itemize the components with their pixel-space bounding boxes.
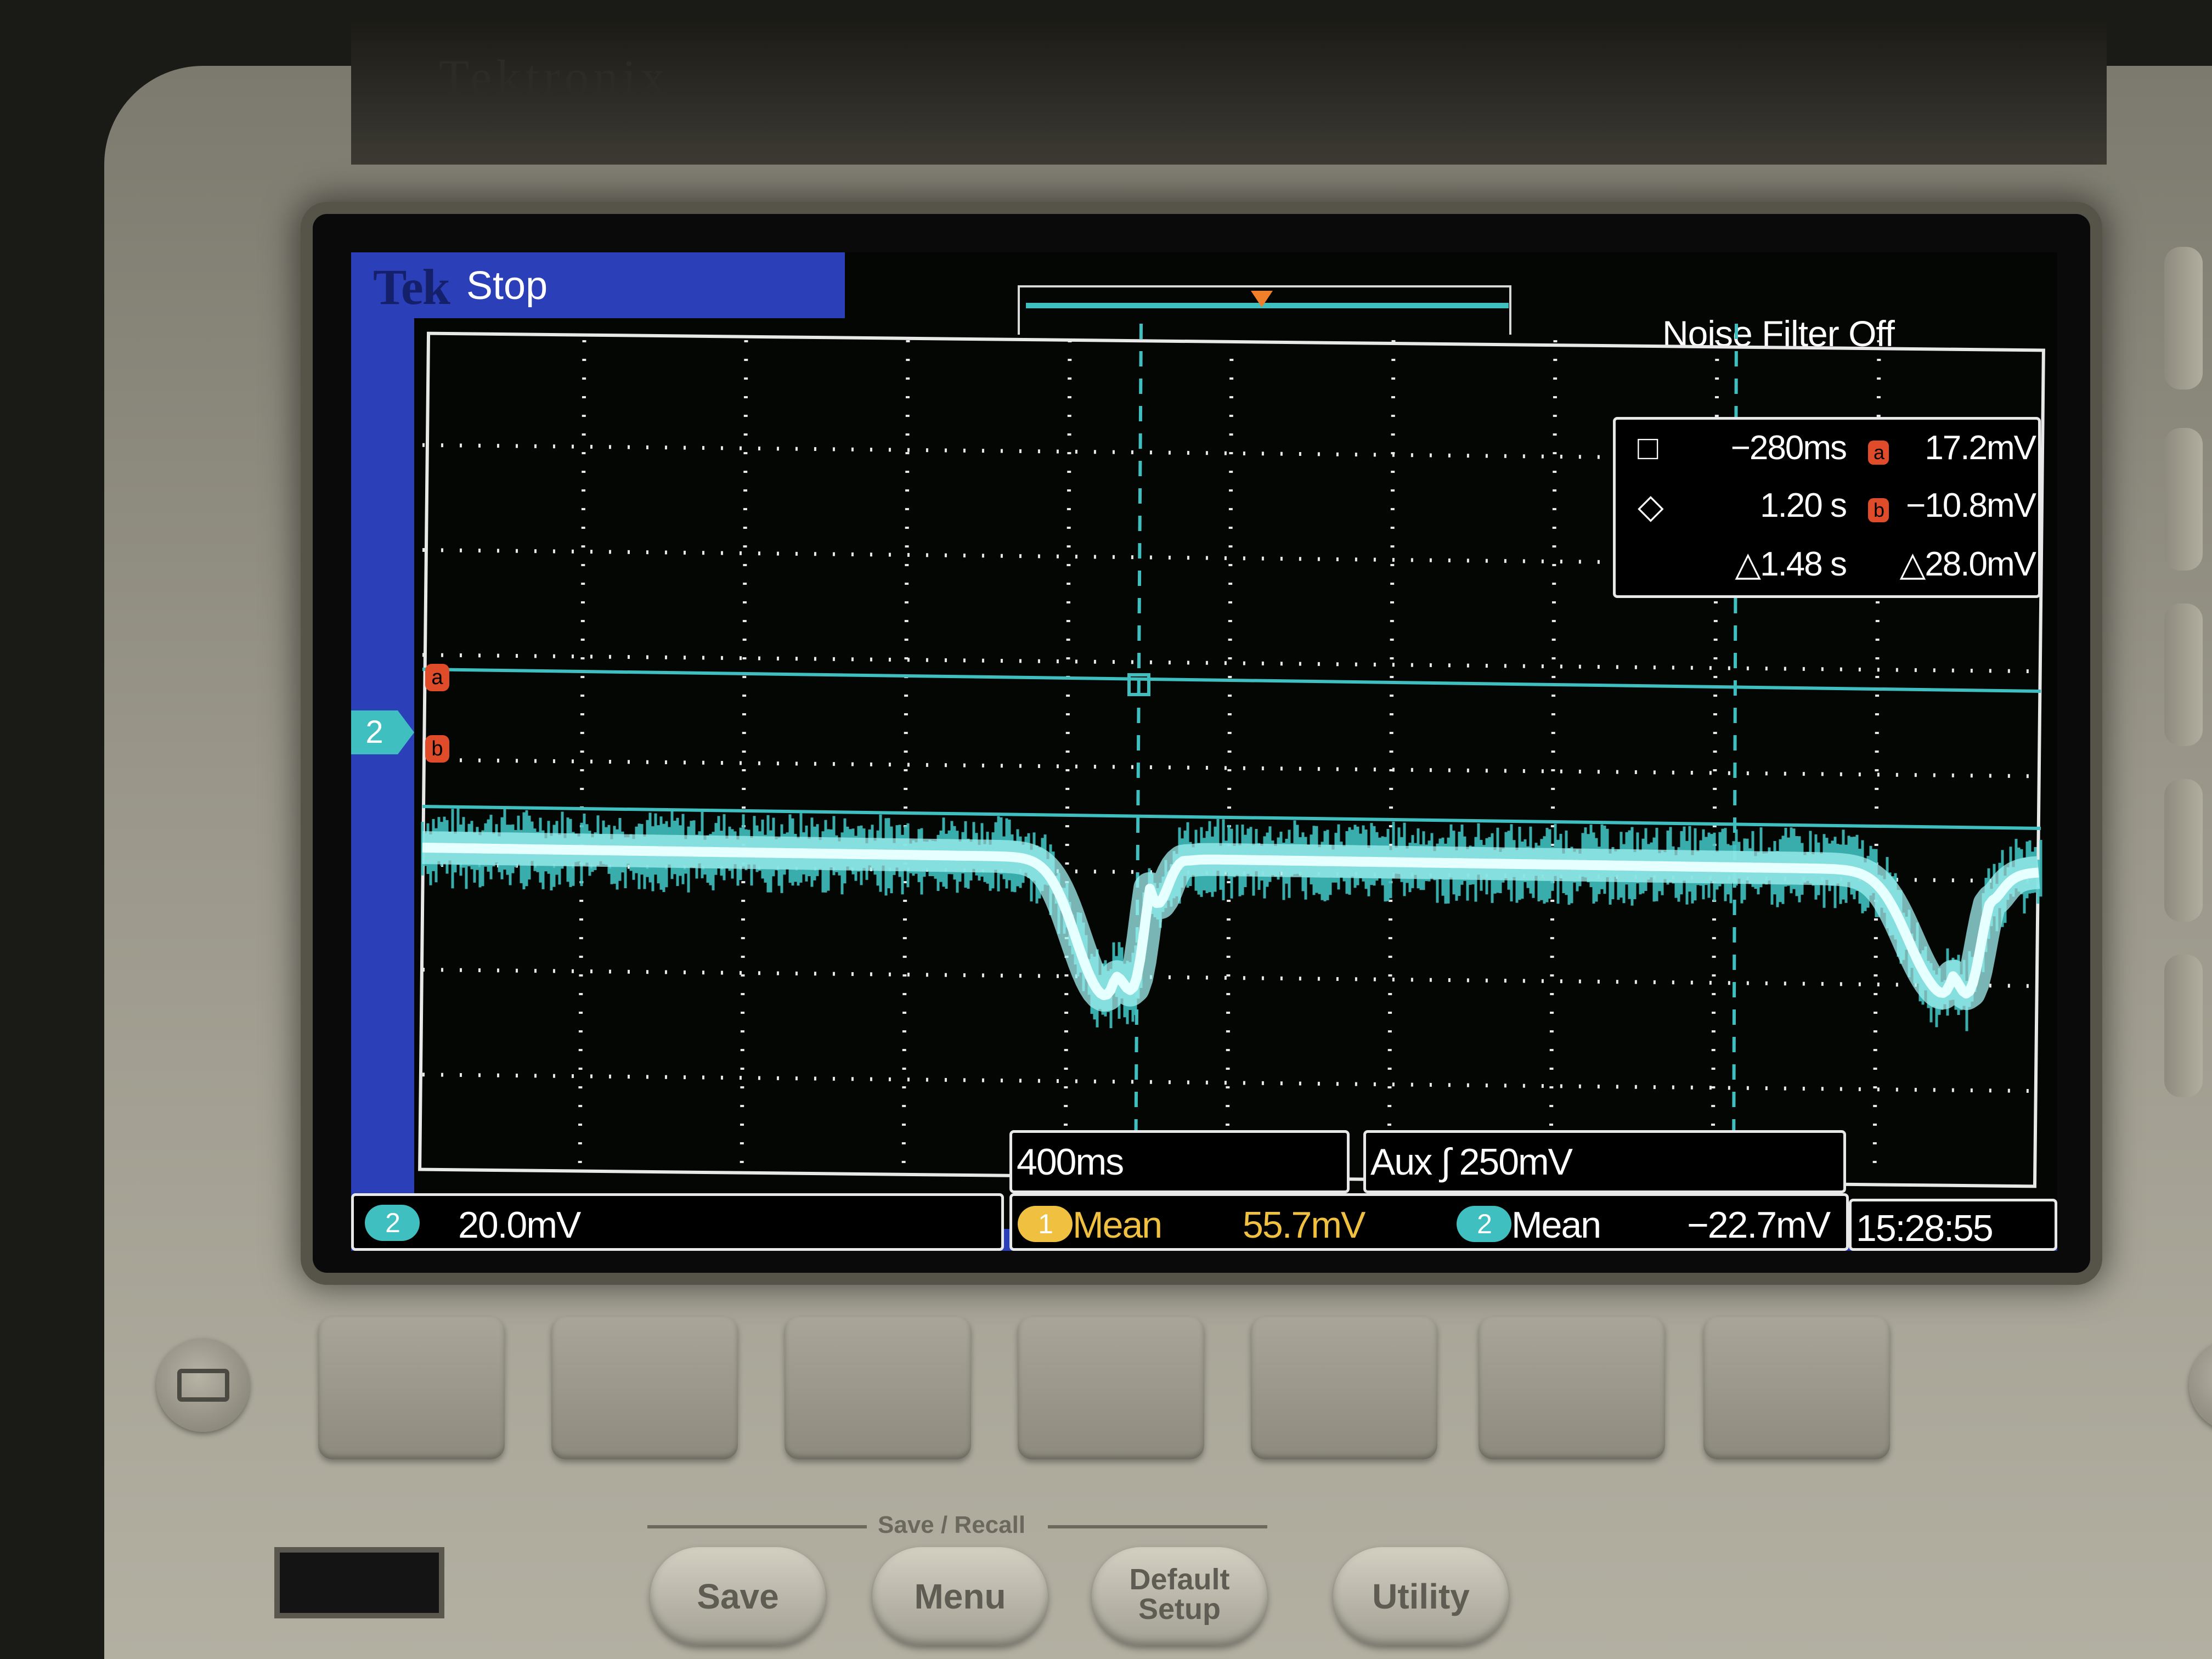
- channel-2-ground-marker[interactable]: 2: [351, 710, 414, 754]
- marker-arrow-icon: [398, 710, 414, 754]
- default-setup-label: Default Setup: [1092, 1565, 1267, 1624]
- delta-time: △1.48 s: [1735, 545, 1847, 583]
- group-divider: [647, 1525, 867, 1528]
- measurement-2-value: −22.7mV: [1687, 1204, 1831, 1246]
- default-setup-line-1: Default: [1129, 1563, 1230, 1596]
- cursor-1-time: −280ms: [1730, 429, 1847, 467]
- soft-key-1[interactable]: [318, 1317, 505, 1459]
- soft-key-6[interactable]: [1479, 1317, 1665, 1459]
- cursor-1-time-line: [1134, 323, 1143, 1180]
- cursor-a-value: 17.2mV: [1925, 429, 2036, 467]
- save-button-label: Save: [697, 1577, 779, 1616]
- cursor-readout-row-3: △1.48 s △28.0mV: [1616, 540, 2038, 595]
- cursor-readout-row-1: □ −280ms a 17.2mV: [1616, 425, 2038, 480]
- channel-2-scale: 20.0mV: [458, 1204, 581, 1246]
- soft-key-4[interactable]: [1018, 1317, 1204, 1459]
- graticule-vertical-line: [740, 340, 748, 1180]
- graticule-horizontal-line: [422, 758, 2041, 778]
- soft-key-7[interactable]: [1703, 1317, 1890, 1459]
- waveform-area: [409, 323, 2052, 1180]
- clock-time: 15:28:55: [1856, 1207, 1994, 1249]
- cursor-2-time: 1.20 s: [1760, 487, 1847, 524]
- cursor-readout-row-2: ◇ 1.20 s b −10.8mV: [1616, 483, 2038, 538]
- cursor-b-value: −10.8mV: [1906, 487, 2036, 524]
- channel-1-badge: 1: [1018, 1206, 1073, 1242]
- menu-button[interactable]: Menu: [872, 1547, 1048, 1646]
- timebase-readout: 400ms: [1009, 1130, 1350, 1193]
- soft-key-3[interactable]: [785, 1317, 971, 1459]
- trigger-value: Aux ∫ 250mV: [1370, 1141, 1573, 1183]
- graticule-vertical-line: [578, 340, 586, 1180]
- channel-2-scale-readout: 2 20.0mV: [351, 1193, 1004, 1251]
- utility-button[interactable]: Utility: [1333, 1547, 1509, 1646]
- cursor-b-badge: b: [1868, 498, 1889, 522]
- graticule-vertical-line: [1225, 340, 1234, 1180]
- trigger-readout: Aux ∫ 250mV: [1363, 1130, 1846, 1193]
- graticule-horizontal-line: [422, 968, 2041, 988]
- usb-port: [274, 1547, 444, 1618]
- measurement-1-label: Mean: [1073, 1204, 1163, 1246]
- side-bezel-button[interactable]: [2164, 603, 2203, 746]
- clock-readout: 15:28:55: [1849, 1199, 2057, 1251]
- default-setup-button[interactable]: Default Setup: [1092, 1547, 1267, 1646]
- delta-value: △28.0mV: [1899, 545, 2036, 583]
- cursor-readout-panel: □ −280ms a 17.2mV ◇ 1.20 s b −10.8mV △1.…: [1613, 417, 2041, 598]
- default-setup-line-2: Setup: [1138, 1593, 1221, 1626]
- print-button[interactable]: [156, 1339, 250, 1432]
- diamond-cursor-icon: ◇: [1638, 488, 1664, 526]
- graticule-horizontal-line: [422, 1073, 2041, 1093]
- channel-2-marker-label: 2: [351, 710, 398, 754]
- save-button[interactable]: Save: [650, 1547, 826, 1646]
- graticule-vertical-line: [1387, 340, 1396, 1180]
- printer-icon: [177, 1369, 229, 1402]
- graticule-vertical-line: [1549, 340, 1558, 1180]
- channel-2-measure-badge: 2: [1457, 1206, 1511, 1242]
- cursor-b-tag: b: [425, 735, 449, 763]
- soft-key-2[interactable]: [551, 1317, 738, 1459]
- group-divider: [1048, 1525, 1267, 1528]
- measurement-readout: 1 Mean 55.7mV 2 Mean −22.7mV: [1009, 1193, 1849, 1251]
- save-recall-group-label: Save / Recall: [878, 1511, 1026, 1538]
- model-engraving: Tektronix: [439, 50, 670, 99]
- channel-2-badge: 2: [365, 1205, 420, 1241]
- square-cursor-icon: □: [1638, 429, 1658, 467]
- measurement-2-label: Mean: [1511, 1204, 1601, 1246]
- menu-soft-keys: [318, 1317, 1909, 1470]
- graticule-vertical-line: [901, 340, 910, 1180]
- cursor-a-line: [422, 668, 2041, 693]
- side-bezel-button[interactable]: [2164, 955, 2203, 1097]
- side-bezel-button[interactable]: [2164, 247, 2203, 390]
- graticule-vertical-line: [1063, 340, 1072, 1180]
- side-bezel-button[interactable]: [2164, 428, 2203, 571]
- utility-button-label: Utility: [1372, 1577, 1470, 1616]
- cursor-a-tag: a: [425, 664, 449, 691]
- side-bezel-button[interactable]: [2164, 779, 2203, 922]
- measurement-1-value: 55.7mV: [1243, 1204, 1365, 1246]
- oscilloscope-display: Tek Stop Noise Filter Off a b 2 □ −280ms…: [351, 252, 2057, 1251]
- cursor-a-badge: a: [1868, 441, 1889, 465]
- menu-button-label: Menu: [914, 1577, 1006, 1616]
- soft-key-5[interactable]: [1251, 1317, 1437, 1459]
- timebase-value: 400ms: [1017, 1141, 1124, 1183]
